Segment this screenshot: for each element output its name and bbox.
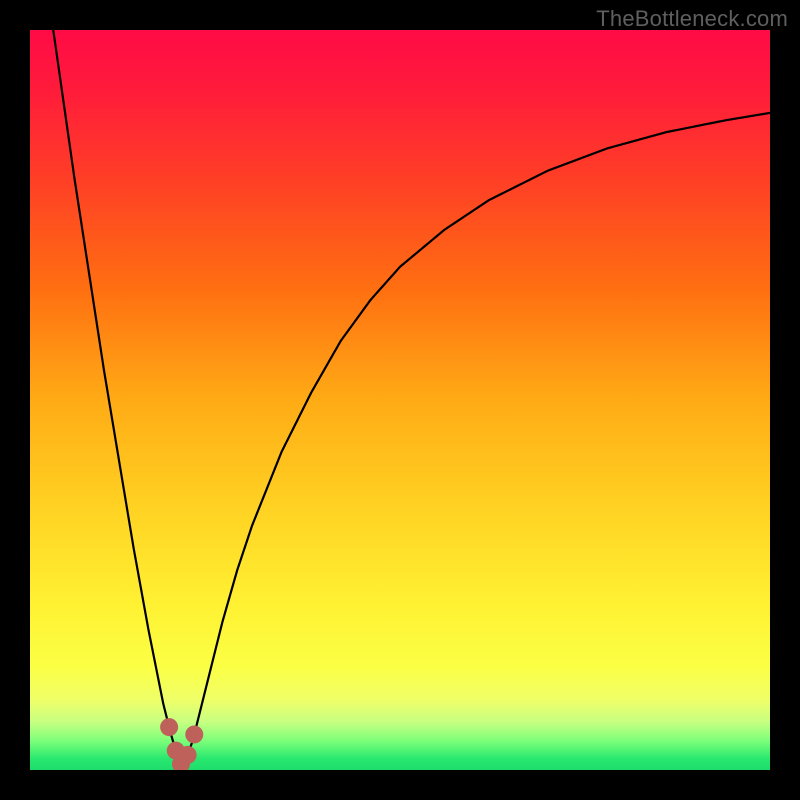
plot-area xyxy=(30,30,770,770)
optimum-marker xyxy=(185,725,203,743)
optimum-marker xyxy=(179,746,197,764)
gradient-background xyxy=(30,30,770,770)
optimum-marker xyxy=(160,718,178,736)
outer-frame: TheBottleneck.com xyxy=(0,0,800,800)
attribution-watermark: TheBottleneck.com xyxy=(596,6,788,32)
bottleneck-chart xyxy=(30,30,770,770)
